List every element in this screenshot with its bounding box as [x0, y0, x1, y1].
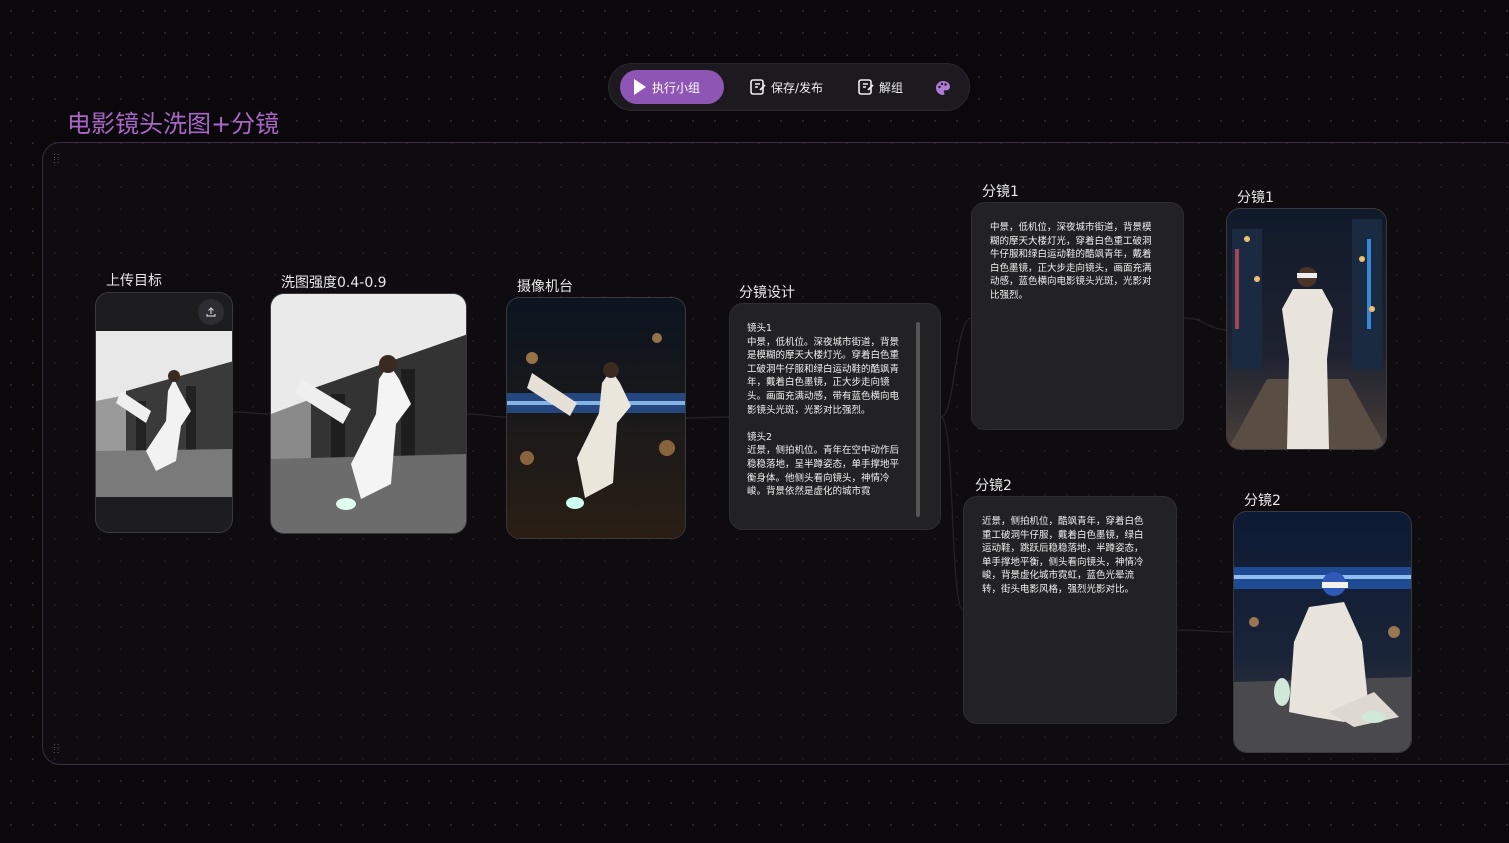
camera-node[interactable] — [506, 297, 686, 539]
save-publish-button[interactable]: 保存/发布 — [749, 78, 823, 96]
design-scrollbar[interactable] — [916, 322, 920, 517]
upload-button[interactable] — [198, 299, 224, 325]
shot2-image-label: 分镜2 — [1244, 493, 1281, 509]
upload-node[interactable] — [95, 292, 233, 533]
shot2-text[interactable]: 近景，侧拍机位，酷飒青年，穿着白色重工破洞牛仔服，戴着白色墨镜，绿白运动鞋，跳跃… — [982, 515, 1146, 597]
group-toolbar: 执行小组 保存/发布 解组 — [608, 63, 970, 111]
shot1-text-node[interactable]: 中景，低机位，深夜城市街道，背景模糊的摩天大楼灯光，穿着白色重工破洞牛仔服和绿白… — [971, 202, 1184, 430]
design-node-label: 分镜设计 — [739, 285, 795, 301]
wash-node[interactable] — [270, 293, 467, 534]
ungroup-label: 解组 — [879, 80, 904, 95]
palette-icon[interactable] — [934, 79, 952, 97]
design-node[interactable]: 镜头1 中景，低机位。深夜城市街道，背景是模糊的摩天大楼灯光。穿着白色重工破洞牛… — [729, 303, 941, 530]
save-icon — [750, 79, 766, 95]
shot1-image-label: 分镜1 — [1237, 190, 1274, 206]
group-title[interactable]: 电影镜头洗图+分镜 — [67, 104, 279, 139]
shot1-image — [1227, 209, 1386, 449]
shot2-text-label: 分镜2 — [975, 478, 1012, 494]
upload-node-label: 上传目标 — [106, 273, 162, 289]
run-group-button[interactable]: 执行小组 — [620, 70, 724, 104]
camera-result-image — [507, 298, 685, 538]
upload-target-image — [96, 331, 232, 497]
shot2-text-node[interactable]: 近景，侧拍机位，酷飒青年，穿着白色重工破洞牛仔服，戴着白色墨镜，绿白运动鞋，跳跃… — [963, 496, 1177, 724]
bottom-left-grip-icon[interactable]: :::: — [53, 742, 60, 755]
ungroup-button[interactable]: 解组 — [857, 78, 903, 96]
run-group-label: 执行小组 — [652, 80, 701, 95]
top-left-grip-icon[interactable]: :::: — [53, 152, 60, 165]
save-publish-label: 保存/发布 — [771, 80, 824, 95]
wash-node-label: 洗图强度0.4-0.9 — [281, 275, 387, 291]
camera-node-label: 摄像机台 — [517, 279, 573, 295]
shot2-image — [1234, 512, 1411, 752]
shot1-text[interactable]: 中景，低机位，深夜城市街道，背景模糊的摩天大楼灯光，穿着白色重工破洞牛仔服和绿白… — [990, 221, 1154, 303]
play-icon — [634, 79, 646, 95]
shot2-image-node[interactable] — [1233, 511, 1412, 753]
shot1-image-node[interactable] — [1226, 208, 1387, 450]
shot1-text-label: 分镜1 — [982, 184, 1019, 200]
wash-result-image — [271, 294, 466, 533]
upload-icon — [206, 307, 216, 317]
design-text[interactable]: 镜头1 中景，低机位。深夜城市街道，背景是模糊的摩天大楼灯光。穿着白色重工破洞牛… — [747, 322, 900, 514]
ungroup-icon — [858, 79, 874, 95]
